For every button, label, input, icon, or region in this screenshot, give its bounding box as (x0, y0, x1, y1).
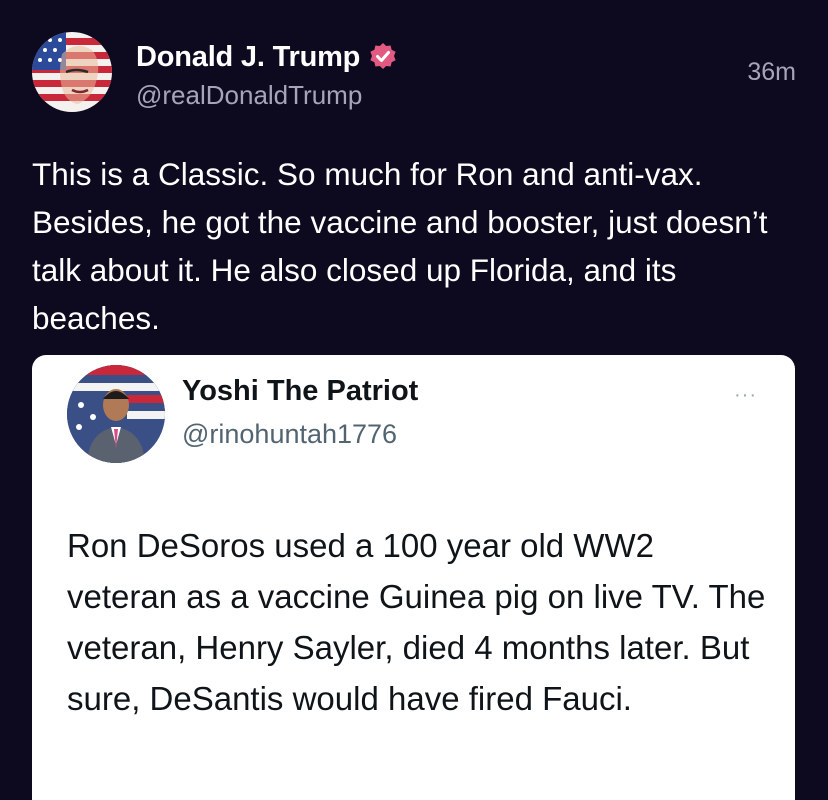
truth-social-post: Donald J. Trump @realDonaldTrump 36m Thi… (0, 0, 828, 800)
author-avatar-image (32, 32, 112, 112)
more-options-icon[interactable]: ··· (734, 385, 757, 405)
author-name-row: Donald J. Trump (136, 38, 398, 76)
author-avatar[interactable] (32, 32, 112, 112)
embed-author-avatar-image (67, 365, 165, 463)
embedded-tweet-card[interactable]: Yoshi The Patriot @rinohuntah1776 ··· Ro… (32, 355, 795, 800)
verified-badge-icon (368, 42, 398, 72)
embed-author-avatar[interactable] (67, 365, 165, 463)
post-text: This is a Classic. So much for Ron and a… (32, 156, 768, 336)
post-timestamp[interactable]: 36m (747, 58, 796, 87)
author-name[interactable]: Donald J. Trump (136, 41, 360, 74)
embed-text: Ron DeSoros used a 100 year old WW2 vete… (67, 527, 766, 717)
embed-author-handle[interactable]: @rinohuntah1776 (182, 419, 397, 450)
embed-author-name[interactable]: Yoshi The Patriot (182, 375, 418, 408)
author-handle[interactable]: @realDonaldTrump (136, 80, 362, 111)
